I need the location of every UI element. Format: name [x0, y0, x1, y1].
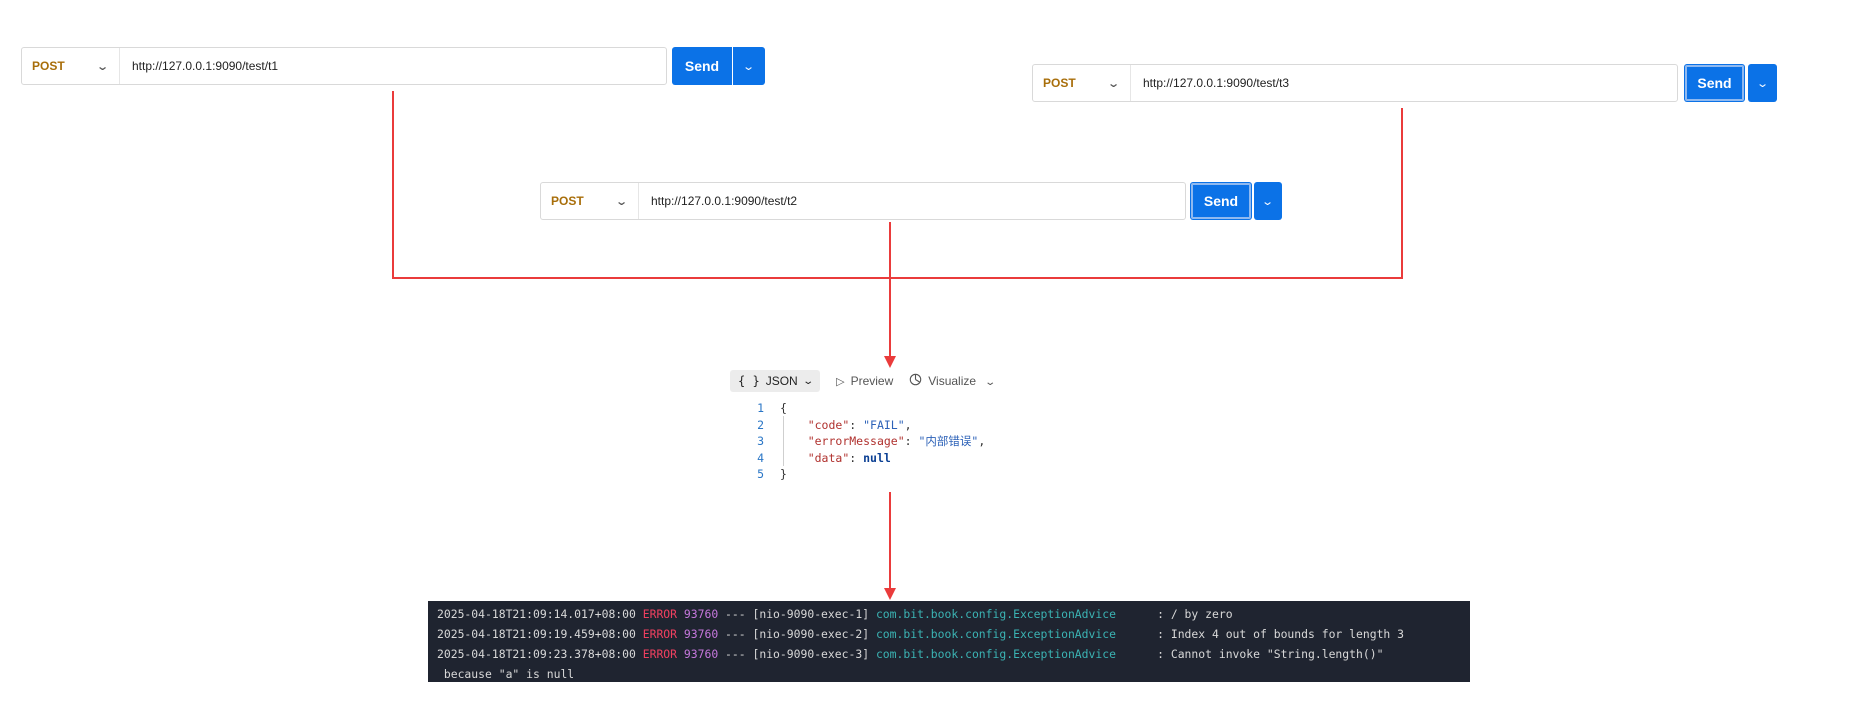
- send-button[interactable]: Send: [1684, 64, 1745, 102]
- send-button[interactable]: Send: [1190, 182, 1252, 220]
- json-braces-icon: { }: [738, 374, 760, 388]
- visualize-icon: [909, 373, 922, 389]
- visualize-label: Visualize: [928, 374, 977, 388]
- line-number: 5: [757, 467, 764, 482]
- send-options-button[interactable]: ⌄: [1748, 64, 1777, 102]
- request-url-box: POST ⌄ http://127.0.0.1:9090/test/t1: [21, 47, 667, 85]
- json-key: "data": [807, 450, 850, 465]
- method-label: POST: [32, 59, 65, 73]
- response-body: 1 { 2 "code": "FAIL", 3 "errorMessage": …: [746, 400, 985, 483]
- connector-t1-vertical: [392, 91, 394, 279]
- url-input[interactable]: http://127.0.0.1:9090/test/t3: [1131, 76, 1289, 90]
- request-url-box: POST ⌄ http://127.0.0.1:9090/test/t2: [540, 182, 1186, 220]
- console-log: 2025-04-18T21:09:14.017+08:00 ERROR 9376…: [428, 601, 1470, 682]
- log-line: 2025-04-18T21:09:23.378+08:00 ERROR 9376…: [437, 647, 1384, 661]
- send-options-button[interactable]: ⌄: [733, 47, 765, 85]
- send-button[interactable]: Send: [672, 47, 732, 85]
- json-value: null: [863, 450, 891, 465]
- format-dropdown[interactable]: { } JSON ⌄: [730, 370, 821, 392]
- chevron-down-icon: ⌄: [802, 375, 814, 387]
- chevron-down-icon: ⌄: [1261, 195, 1275, 208]
- line-number: 4: [757, 450, 764, 465]
- log-line: 2025-04-18T21:09:14.017+08:00 ERROR 9376…: [437, 607, 1233, 621]
- visualize-button[interactable]: Visualize: [909, 373, 976, 389]
- json-key: "code": [807, 417, 850, 432]
- url-input[interactable]: http://127.0.0.1:9090/test/t2: [639, 194, 797, 208]
- format-label: JSON: [765, 374, 798, 388]
- code-line: 1 {: [746, 400, 985, 417]
- play-icon: ▷: [836, 375, 845, 388]
- code-line: 5 }: [746, 466, 985, 483]
- send-options-button[interactable]: ⌄: [1254, 182, 1282, 220]
- code-line: 2 "code": "FAIL",: [746, 417, 985, 434]
- preview-label: Preview: [850, 374, 894, 388]
- log-line-continuation: because "a" is null: [437, 667, 575, 681]
- arrow-to-response-icon: [884, 356, 896, 368]
- code-line: 4 "data": null: [746, 450, 985, 467]
- method-label: POST: [551, 194, 584, 208]
- chevron-down-icon: ⌄: [1106, 77, 1120, 90]
- line-number: 2: [757, 417, 764, 432]
- response-toolbar: { } JSON ⌄ ▷ Preview Visualize ⌄: [730, 370, 997, 392]
- chevron-down-icon: ⌄: [984, 377, 997, 388]
- chevron-down-icon: ⌄: [742, 60, 756, 73]
- connector-t3-vertical: [1401, 108, 1403, 279]
- log-line: 2025-04-18T21:09:19.459+08:00 ERROR 9376…: [437, 627, 1405, 641]
- method-select[interactable]: POST ⌄: [541, 183, 639, 219]
- chevron-down-icon: ⌄: [1756, 77, 1769, 90]
- preview-button[interactable]: ▷ Preview: [836, 374, 893, 388]
- json-value: "内部错误": [918, 434, 979, 449]
- method-label: POST: [1043, 76, 1076, 90]
- method-select[interactable]: POST ⌄: [22, 48, 120, 84]
- visualize-options-button[interactable]: ⌄: [984, 374, 997, 388]
- line-number: 1: [757, 401, 764, 416]
- line-number: 3: [757, 434, 764, 449]
- connector-response-log: [889, 492, 891, 592]
- json-value: "FAIL": [863, 417, 905, 432]
- request-bar-t1: POST ⌄ http://127.0.0.1:9090/test/t1 Sen…: [21, 47, 765, 85]
- code-line: 3 "errorMessage": "内部错误",: [746, 433, 985, 450]
- request-bar-t2: POST ⌄ http://127.0.0.1:9090/test/t2 Sen…: [540, 182, 1282, 220]
- url-input[interactable]: http://127.0.0.1:9090/test/t1: [120, 59, 278, 73]
- request-bar-t3: POST ⌄ http://127.0.0.1:9090/test/t3 Sen…: [1032, 64, 1777, 102]
- chevron-down-icon: ⌄: [614, 195, 628, 208]
- method-select[interactable]: POST ⌄: [1033, 65, 1131, 101]
- connector-t2-vertical: [889, 222, 891, 366]
- chevron-down-icon: ⌄: [95, 60, 109, 73]
- request-url-box: POST ⌄ http://127.0.0.1:9090/test/t3: [1032, 64, 1678, 102]
- json-key: "errorMessage": [807, 434, 905, 449]
- indent-guide: [783, 416, 784, 466]
- connector-horizontal: [392, 277, 1403, 279]
- arrow-to-log-icon: [884, 588, 896, 600]
